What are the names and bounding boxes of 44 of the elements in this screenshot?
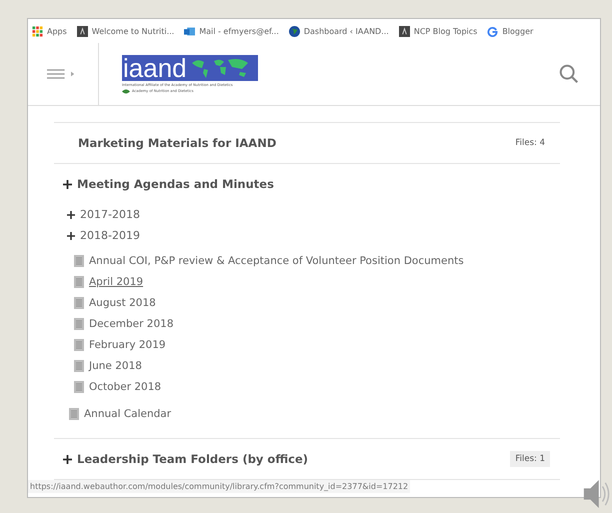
file-count: Files: 4 [514,137,546,150]
file-count: Files: 1 [510,451,550,467]
subfolder-link[interactable]: 2017-2018 [80,208,140,221]
search-icon[interactable] [558,63,580,85]
document-icon [74,318,84,330]
page-icon [76,26,88,36]
mail-icon [184,26,196,36]
folder-title[interactable]: Marketing Materials for IAAND [78,136,276,150]
apps-grid-icon [32,26,43,36]
bookmark[interactable]: Mail - efmyers@ef... [184,26,279,36]
file-link[interactable]: Annual COI, P&P review & Acceptance of Volunteer Position Documents [89,254,464,266]
file-link[interactable]: October 2018 [89,380,162,392]
bookmark[interactable]: Blogger [487,26,534,36]
file-link[interactable]: February 2019 [89,338,166,350]
bookmark[interactable]: NCP Blog Topics [398,26,478,36]
status-url: https://iaand.webauthor.com/modules/community/library.cfm?community_id=2377&id=17212 [28,480,410,493]
leaf-logo-icon [122,88,130,94]
document-icon [74,360,84,372]
bookmark[interactable]: Apps [32,26,67,36]
folder-title[interactable]: Meeting Agendas and Minutes [77,177,274,191]
globe-icon [288,26,300,36]
subfolder-link[interactable]: 2018-2019 [80,229,140,242]
document-icon [74,276,84,288]
file-link[interactable]: August 2018 [89,296,156,308]
page-icon [398,26,410,36]
expand-icon[interactable] [67,210,75,218]
bookmark[interactable]: Dashboard ‹ IAAND... [288,26,389,36]
document-icon [69,408,79,420]
document-icon [74,296,84,308]
speaker-icon[interactable] [582,477,610,511]
bookmark[interactable]: Welcome to Nutriti... [76,26,174,36]
document-icon [74,254,84,266]
folder-title[interactable]: Leadership Team Folders (by office) [77,452,308,466]
google-g-icon [487,26,498,36]
file-link[interactable]: December 2018 [89,318,174,330]
file-link[interactable]: June 2018 [89,360,142,372]
file-link[interactable]: April 2019 [89,276,144,288]
logo-banner[interactable]: iaand [122,54,258,80]
document-icon [74,338,84,350]
file-link[interactable]: Annual Calendar [84,408,172,420]
expand-icon[interactable] [63,180,72,188]
expand-icon[interactable] [63,454,72,464]
expand-icon[interactable] [67,232,75,240]
document-icon [74,380,84,392]
